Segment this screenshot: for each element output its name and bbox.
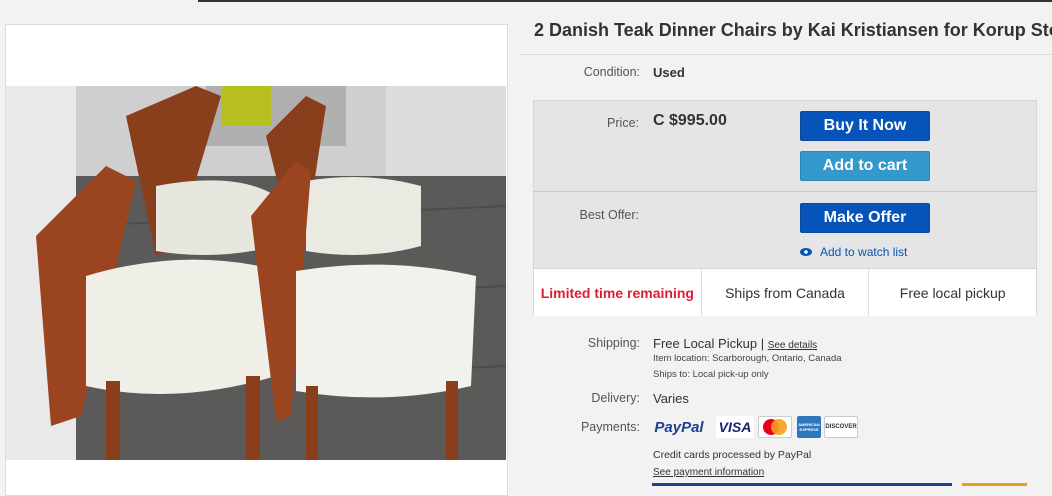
payment-info-link-row: See payment information [653,467,764,478]
price-label: Price: [607,116,639,130]
shipping-separator: | [760,336,765,351]
shipping-value-row: Free Local Pickup | See details [653,336,817,351]
feature-limited-time: Limited time remaining [534,269,702,316]
watch-list-label: Add to watch list [820,244,908,259]
best-offer-label: Best Offer: [579,208,639,222]
condition-value: Used [653,65,685,80]
see-details-link[interactable]: See details [768,340,817,351]
discover-logo: DISCOVER [824,416,858,438]
price-box: Price: C $995.00 Buy It Now Add to cart … [533,100,1037,316]
ships-to: Ships to: Local pick-up only [653,369,769,380]
feature-ships-from: Ships from Canada [702,269,870,316]
title-divider [520,54,1052,55]
add-to-cart-button[interactable]: Add to cart [800,151,930,181]
payments-label: Payments: [580,420,640,434]
shipping-value: Free Local Pickup [653,336,758,351]
payment-info-link[interactable]: See payment information [653,467,764,478]
condition-label: Condition: [583,65,640,79]
feature-local-pickup: Free local pickup [899,284,1006,301]
item-location: Item location: Scarborough, Ontario, Can… [653,353,842,364]
visa-logo: VISA [716,416,754,438]
delivery-value: Varies [653,391,689,406]
watch-list-link[interactable]: Add to watch list [800,244,907,259]
delivery-label: Delivery: [591,391,640,405]
amex-logo: AMERICAN EXPRESS [797,416,821,438]
top-border [198,0,1052,2]
payment-note: Credit cards processed by PayPal [653,449,812,461]
mastercard-logo [758,416,792,438]
shipping-label: Shipping: [587,336,640,350]
feature-row: Limited time remaining Ships from Canada… [534,268,1036,316]
price-value: C $995.00 [653,112,727,129]
listing-title: 2 Danish Teak Dinner Chairs by Kai Krist… [534,20,1052,40]
buy-it-now-button[interactable]: Buy It Now [800,111,930,141]
product-photo[interactable] [6,86,506,460]
make-offer-button[interactable]: Make Offer [800,203,930,233]
price-divider [534,191,1036,192]
eye-icon [800,245,812,259]
paypal-logo: PayPal [654,418,704,436]
